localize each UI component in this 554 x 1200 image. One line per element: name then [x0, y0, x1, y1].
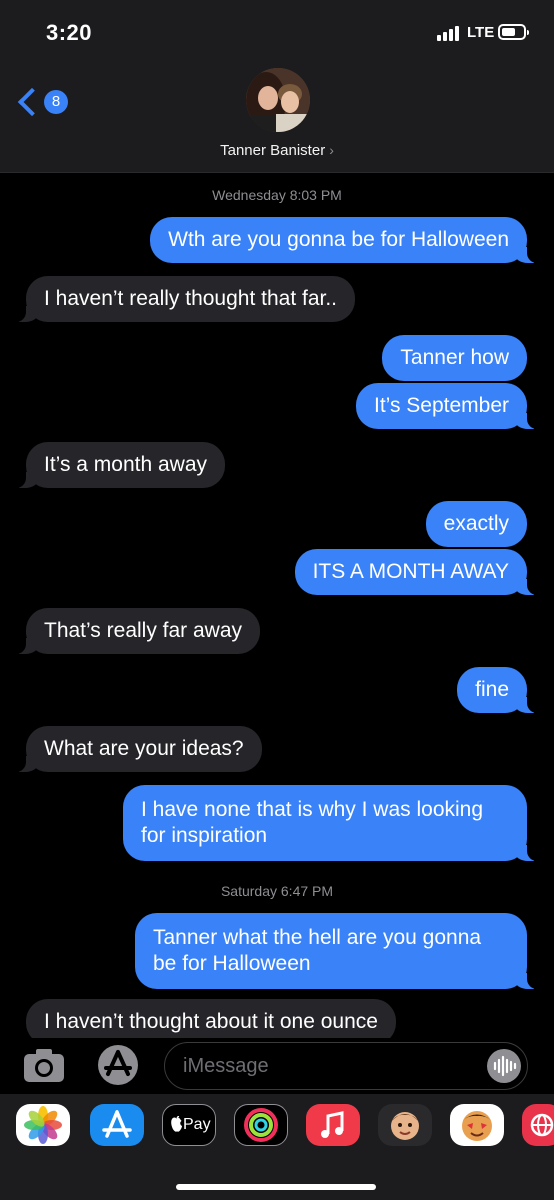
- home-indicator[interactable]: [176, 1184, 376, 1190]
- message-input-placeholder: iMessage: [183, 1055, 269, 1077]
- conversation-header: 8 Tanner Banister ›: [0, 60, 554, 173]
- avatar[interactable]: [246, 68, 310, 132]
- back-button[interactable]: 8: [17, 86, 78, 126]
- signal-icon: [437, 25, 463, 41]
- sent-message[interactable]: It’s September: [355, 383, 540, 429]
- app-store-button[interactable]: [94, 1044, 142, 1086]
- sent-message[interactable]: I have none that is why I was looking fo…: [123, 785, 539, 861]
- status-time: 3:20: [46, 20, 93, 45]
- app-store-icon: [98, 1045, 138, 1085]
- activity-icon[interactable]: [234, 1104, 288, 1146]
- received-message[interactable]: That’s really far away: [13, 608, 261, 654]
- music-icon[interactable]: [306, 1104, 360, 1146]
- timestamp: Wednesday 8:03 PM: [212, 187, 342, 203]
- web-icon[interactable]: [522, 1104, 554, 1146]
- chevron-right-icon: ›: [329, 142, 334, 158]
- received-message[interactable]: It’s a month away: [13, 442, 226, 488]
- battery-icon: [498, 24, 529, 40]
- message-input[interactable]: iMessage: [164, 1042, 528, 1090]
- received-message[interactable]: I haven’t really thought that far..: [13, 276, 356, 322]
- network-label: LTE: [467, 24, 495, 41]
- app-store-icon[interactable]: [90, 1104, 144, 1146]
- status-bar: 3:20 LTE: [0, 0, 554, 60]
- waveform-icon: [493, 1055, 517, 1077]
- received-message[interactable]: What are your ideas?: [14, 726, 262, 772]
- photos-icon[interactable]: [16, 1104, 70, 1146]
- timestamp: Saturday 6:47 PM: [220, 883, 334, 899]
- animoji-icon[interactable]: [450, 1104, 504, 1146]
- memoji-icon[interactable]: [378, 1104, 432, 1146]
- sent-message[interactable]: Wth are you gonna be for Halloween: [150, 217, 539, 263]
- sent-message[interactable]: Tanner what the hell are you gonna be fo…: [135, 913, 539, 989]
- apple-pay-label: Pay: [183, 1116, 211, 1133]
- sent-message[interactable]: Tanner how: [382, 335, 527, 381]
- message-thread[interactable]: Wednesday 8:03 PM Wth are you gonna be f…: [0, 172, 554, 1038]
- audio-message-button[interactable]: [487, 1049, 521, 1083]
- camera-button[interactable]: [22, 1046, 66, 1084]
- apple-pay-icon[interactable]: Pay: [162, 1104, 216, 1146]
- imessage-app-drawer: Pay: [0, 1094, 554, 1200]
- chevron-left-icon: [17, 87, 47, 117]
- camera-icon: [24, 1049, 64, 1082]
- compose-bar: iMessage: [0, 1038, 554, 1094]
- unread-badge: 8: [44, 90, 68, 114]
- sent-message[interactable]: ITS A MONTH AWAY: [294, 549, 540, 595]
- sent-message[interactable]: exactly: [425, 501, 527, 547]
- received-message[interactable]: I haven’t thought about it one ounce: [26, 999, 396, 1038]
- sent-message[interactable]: fine: [457, 667, 539, 713]
- contact-name: Tanner Banister: [220, 142, 326, 159]
- contact-name-button[interactable]: Tanner Banister ›: [0, 142, 554, 159]
